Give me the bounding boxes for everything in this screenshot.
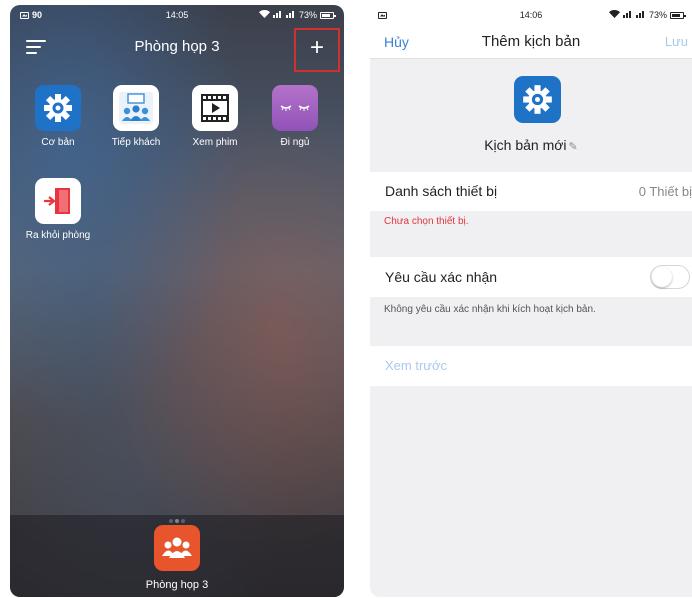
app-tile-co-ban[interactable]: Cơ bản xyxy=(25,85,91,149)
gallery-icon xyxy=(378,11,387,19)
app-label: Tiếp khách xyxy=(111,137,161,148)
status-time: 14:06 xyxy=(519,10,543,20)
status-time: 14:05 xyxy=(165,10,189,20)
save-button[interactable]: Lưu xyxy=(665,34,688,49)
signal-icon xyxy=(272,10,283,20)
preview-button: Xem trước xyxy=(385,358,448,373)
meeting-icon xyxy=(113,85,159,131)
gear-icon xyxy=(35,85,81,131)
sleep-icon xyxy=(272,85,318,131)
status-bar: 90 14:05 73% xyxy=(10,5,344,25)
add-scene-screen: 14:06 73% Hủy Thêm kịch bản Lưu Kịch bản… xyxy=(370,5,692,597)
status-left-text: 90 xyxy=(32,10,43,20)
status-bar: 14:06 73% xyxy=(370,5,692,25)
scene-header: Kịch bản mới ✎ xyxy=(370,60,692,170)
pencil-icon: ✎ xyxy=(568,141,578,153)
film-icon xyxy=(192,85,238,131)
confirm-toggle[interactable] xyxy=(650,265,690,289)
app-label: Ra khỏi phòng xyxy=(25,230,91,241)
device-list-label: Danh sách thiết bị xyxy=(385,183,498,199)
dock-label: Phòng họp 3 xyxy=(145,579,209,591)
group-icon[interactable] xyxy=(154,525,200,571)
battery-icon xyxy=(320,11,336,19)
battery-percent: 73% xyxy=(648,10,667,20)
exit-door-icon xyxy=(35,178,81,224)
device-count: 0 Thiết bị xyxy=(638,184,692,199)
app-tile-di-ngu[interactable]: Đi ngủ xyxy=(262,85,328,149)
nav-bar: Hủy Thêm kịch bản Lưu xyxy=(370,25,692,59)
wifi-icon xyxy=(608,10,620,20)
gallery-icon xyxy=(20,11,29,19)
app-label: Xem phim xyxy=(192,137,238,148)
home-screen: 90 14:05 73% Phòng họp 3 + Cơ bản Tiếp k… xyxy=(10,5,344,597)
confirm-note: Không yêu cầu xác nhận khi kích hoạt kịc… xyxy=(384,304,596,315)
gear-icon[interactable] xyxy=(514,76,561,123)
battery-percent: 73% xyxy=(298,10,317,20)
page-title: Thêm kịch bản xyxy=(481,33,581,50)
battery-icon xyxy=(670,11,686,19)
signal-icon xyxy=(635,10,646,20)
confirm-label: Yêu cầu xác nhận xyxy=(385,269,498,285)
scene-name[interactable]: Kịch bản mới ✎ xyxy=(370,137,692,153)
confirm-row: Yêu cầu xác nhận xyxy=(370,257,692,297)
preview-row[interactable]: Xem trước xyxy=(370,346,692,386)
wifi-icon xyxy=(258,10,270,20)
app-label: Cơ bản xyxy=(41,137,75,148)
add-scene-button[interactable]: + xyxy=(294,28,340,72)
device-error: Chưa chọn thiết bị. xyxy=(384,216,469,227)
header: Phòng họp 3 + xyxy=(10,27,344,72)
app-tile-ra-khoi-phong[interactable]: Ra khỏi phòng xyxy=(25,178,91,242)
app-label: Đi ngủ xyxy=(280,137,310,148)
app-tile-xem-phim[interactable]: Xem phim xyxy=(182,85,248,149)
app-tile-tiep-khach[interactable]: Tiếp khách xyxy=(103,85,169,149)
signal-icon xyxy=(285,10,296,20)
dock: Phòng họp 3 xyxy=(10,515,344,597)
device-list-row[interactable]: Danh sách thiết bị 0 Thiết bị xyxy=(370,172,692,211)
signal-icon xyxy=(622,10,633,20)
scene-name-text: Kịch bản mới xyxy=(484,137,567,153)
